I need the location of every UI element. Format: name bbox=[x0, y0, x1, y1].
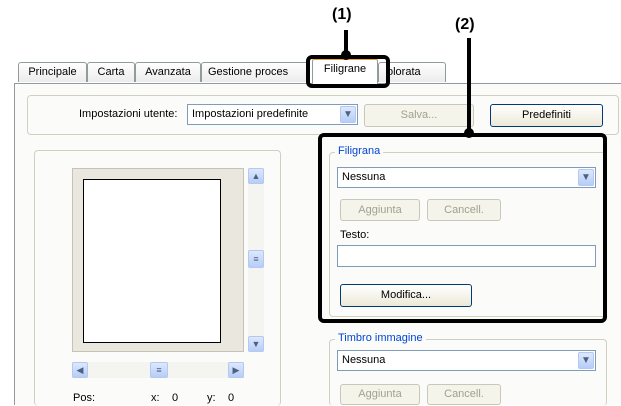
settings-label: Impostazioni utente: bbox=[79, 108, 178, 120]
settings-value: Impostazioni predefinite bbox=[192, 108, 309, 120]
tab-principale[interactable]: Principale bbox=[18, 62, 87, 82]
image-stamp-select[interactable]: Nessuna ▼ bbox=[337, 350, 596, 371]
pos-label: Pos: bbox=[73, 392, 96, 404]
callout-2-dot bbox=[464, 128, 474, 138]
scroll-down-icon[interactable]: ▼ bbox=[248, 336, 264, 352]
image-stamp-legend: Timbro immagine bbox=[335, 332, 426, 344]
chevron-down-icon: ▼ bbox=[340, 106, 356, 123]
vertical-scrollbar[interactable]: ▲ ≡ ▼ bbox=[248, 168, 264, 352]
tab-label: olorata bbox=[387, 66, 421, 78]
scroll-right-icon[interactable]: ▶ bbox=[228, 362, 244, 378]
callout-1: (1) bbox=[332, 6, 352, 23]
scroll-thumb-horizontal[interactable]: ≡ bbox=[150, 362, 168, 378]
scroll-left-icon[interactable]: ◀ bbox=[72, 362, 88, 378]
callout-1-dot bbox=[341, 50, 351, 60]
callout-1-highlight bbox=[306, 55, 390, 88]
save-button[interactable]: Salva... bbox=[364, 104, 474, 127]
tab-gestione-processi[interactable]: Gestione proces bbox=[201, 62, 309, 82]
horizontal-scrollbar[interactable]: ◀ ≡ ▶ bbox=[72, 362, 244, 378]
scroll-thumb[interactable]: ≡ bbox=[248, 250, 264, 268]
tab-label: Carta bbox=[97, 66, 125, 78]
chevron-down-icon: ▼ bbox=[578, 352, 594, 369]
tab-label: Avanzata bbox=[145, 66, 191, 78]
defaults-button[interactable]: Predefiniti bbox=[490, 104, 603, 127]
callout-2-leader bbox=[467, 38, 471, 133]
x-value: 0 bbox=[172, 392, 179, 404]
preview-area bbox=[72, 168, 244, 352]
y-value: 0 bbox=[228, 392, 235, 404]
y-label: y: bbox=[207, 392, 216, 404]
scroll-up-icon[interactable]: ▲ bbox=[248, 168, 264, 184]
page-preview bbox=[83, 179, 221, 343]
tab-label: Principale bbox=[28, 66, 77, 78]
tab-carta[interactable]: Carta bbox=[87, 62, 135, 82]
tab-label: Gestione proces bbox=[208, 66, 289, 78]
settings-select[interactable]: Impostazioni predefinite ▼ bbox=[187, 104, 358, 125]
tab-avanzata[interactable]: Avanzata bbox=[135, 62, 201, 82]
image-stamp-add-button[interactable]: Aggiunta bbox=[340, 384, 420, 405]
x-label: x: bbox=[151, 392, 160, 404]
image-stamp-cancel-button[interactable]: Cancell. bbox=[427, 384, 501, 405]
callout-2: (2) bbox=[455, 16, 475, 33]
callout-2-highlight bbox=[318, 133, 607, 323]
image-stamp-value: Nessuna bbox=[342, 354, 386, 366]
